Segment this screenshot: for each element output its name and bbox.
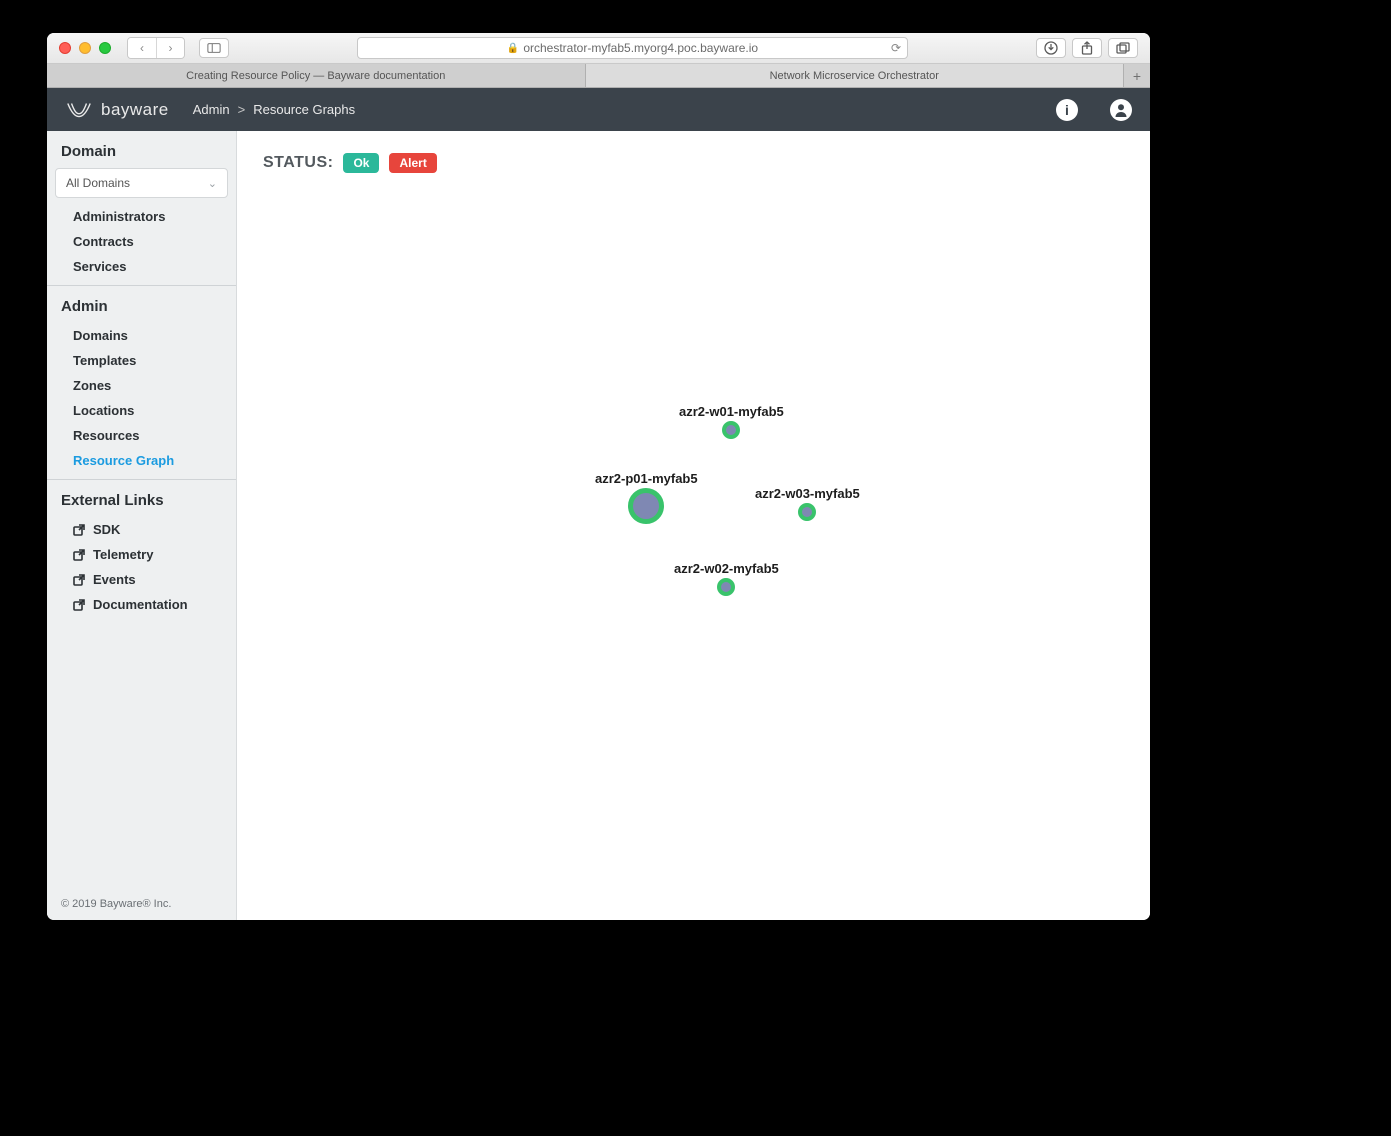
browser-tabs: Creating Resource Policy — Bayware docum… bbox=[47, 64, 1150, 88]
graph-node-w01[interactable]: azr2-w01-myfab5 bbox=[679, 404, 784, 439]
breadcrumb-page: Resource Graphs bbox=[253, 102, 355, 117]
breadcrumb-separator-icon: > bbox=[238, 102, 246, 117]
external-link-icon bbox=[73, 599, 85, 611]
sidebar-item-contracts[interactable]: Contracts bbox=[47, 229, 236, 254]
graph-node-p01[interactable]: azr2-p01-myfab5 bbox=[595, 471, 698, 524]
minimize-icon[interactable] bbox=[79, 42, 91, 54]
back-button[interactable]: ‹ bbox=[128, 38, 156, 58]
footer-copyright: © 2019 Bayware® Inc. bbox=[61, 898, 171, 910]
domain-select[interactable]: All Domains ⌄ bbox=[55, 168, 228, 198]
graph-node-label: azr2-p01-myfab5 bbox=[595, 471, 698, 486]
browser-window: ‹ › 🔒 orchestrator-myfab5.myorg4.poc.bay… bbox=[47, 33, 1150, 920]
sidebar: Domain All Domains ⌄ Administrators Cont… bbox=[47, 131, 237, 920]
graph-node-label: azr2-w03-myfab5 bbox=[755, 486, 860, 501]
window-controls bbox=[59, 42, 111, 54]
resource-graph-canvas[interactable]: azr2-p01-myfab5 azr2-w01-myfab5 azr2-w03-m… bbox=[237, 131, 1150, 920]
graph-node-label: azr2-w01-myfab5 bbox=[679, 404, 784, 419]
sidebar-section-admin: Admin bbox=[47, 286, 236, 323]
app-header: bayware Admin > Resource Graphs i bbox=[47, 88, 1150, 131]
forward-button[interactable]: › bbox=[156, 38, 184, 58]
external-link-icon bbox=[73, 574, 85, 586]
sidebar-item-zones[interactable]: Zones bbox=[47, 373, 236, 398]
close-icon[interactable] bbox=[59, 42, 71, 54]
lock-icon: 🔒 bbox=[507, 43, 519, 54]
sidebar-item-templates[interactable]: Templates bbox=[47, 348, 236, 373]
browser-toolbar: ‹ › 🔒 orchestrator-myfab5.myorg4.poc.bay… bbox=[47, 33, 1150, 64]
reload-icon[interactable]: ⟳ bbox=[891, 41, 901, 55]
new-tab-button[interactable]: + bbox=[1124, 64, 1150, 87]
sidebar-toggle-button[interactable] bbox=[199, 38, 229, 58]
app-body: Domain All Domains ⌄ Administrators Cont… bbox=[47, 131, 1150, 920]
tab-orchestrator[interactable]: Network Microservice Orchestrator bbox=[586, 64, 1125, 87]
sidebar-item-telemetry[interactable]: Telemetry bbox=[47, 542, 236, 567]
toolbar-right bbox=[1036, 38, 1138, 58]
sidebar-item-resource-graph[interactable]: Resource Graph bbox=[47, 448, 236, 473]
sidebar-item-locations[interactable]: Locations bbox=[47, 398, 236, 423]
breadcrumb-root[interactable]: Admin bbox=[193, 102, 230, 117]
sidebar-section-domain: Domain bbox=[47, 131, 236, 168]
sidebar-item-resources[interactable]: Resources bbox=[47, 423, 236, 448]
tab-docs[interactable]: Creating Resource Policy — Bayware docum… bbox=[47, 64, 586, 87]
graph-node-circle-icon bbox=[722, 421, 740, 439]
nav-buttons: ‹ › bbox=[127, 37, 185, 59]
sidebar-item-documentation[interactable]: Documentation bbox=[47, 592, 236, 617]
domain-list: Administrators Contracts Services bbox=[47, 204, 236, 279]
info-icon[interactable]: i bbox=[1056, 99, 1078, 121]
graph-node-w03[interactable]: azr2-w03-myfab5 bbox=[755, 486, 860, 521]
sidebar-item-services[interactable]: Services bbox=[47, 254, 236, 279]
graph-node-w02[interactable]: azr2-w02-myfab5 bbox=[674, 561, 779, 596]
graph-node-circle-icon bbox=[628, 488, 664, 524]
graph-node-circle-icon bbox=[798, 503, 816, 521]
brand-text: bayware bbox=[101, 100, 169, 120]
tabs-icon[interactable] bbox=[1108, 38, 1138, 58]
user-icon[interactable] bbox=[1110, 99, 1132, 121]
sidebar-item-administrators[interactable]: Administrators bbox=[47, 204, 236, 229]
main-content: STATUS: Ok Alert azr2-p01-myfab5azr2-w01… bbox=[237, 131, 1150, 920]
admin-list: Domains Templates Zones Locations Resour… bbox=[47, 323, 236, 473]
sidebar-section-external: External Links bbox=[47, 480, 236, 517]
external-link-icon bbox=[73, 549, 85, 561]
downloads-icon[interactable] bbox=[1036, 38, 1066, 58]
breadcrumb: Admin > Resource Graphs bbox=[193, 102, 355, 117]
chevron-down-icon: ⌄ bbox=[208, 177, 217, 190]
domain-select-value: All Domains bbox=[66, 176, 130, 190]
sidebar-item-domains[interactable]: Domains bbox=[47, 323, 236, 348]
external-link-icon bbox=[73, 524, 85, 536]
graph-node-label: azr2-w02-myfab5 bbox=[674, 561, 779, 576]
sidebar-item-events[interactable]: Events bbox=[47, 567, 236, 592]
url-text: orchestrator-myfab5.myorg4.poc.bayware.i… bbox=[523, 41, 758, 55]
brand[interactable]: bayware bbox=[65, 99, 169, 121]
zoom-icon[interactable] bbox=[99, 42, 111, 54]
external-list: SDK Telemetry Events Documentation bbox=[47, 517, 236, 617]
app: bayware Admin > Resource Graphs i Domain… bbox=[47, 88, 1150, 920]
brand-logo-icon bbox=[65, 99, 93, 121]
address-bar[interactable]: 🔒 orchestrator-myfab5.myorg4.poc.bayware… bbox=[357, 37, 908, 59]
share-icon[interactable] bbox=[1072, 38, 1102, 58]
sidebar-item-sdk[interactable]: SDK bbox=[47, 517, 236, 542]
graph-node-circle-icon bbox=[717, 578, 735, 596]
